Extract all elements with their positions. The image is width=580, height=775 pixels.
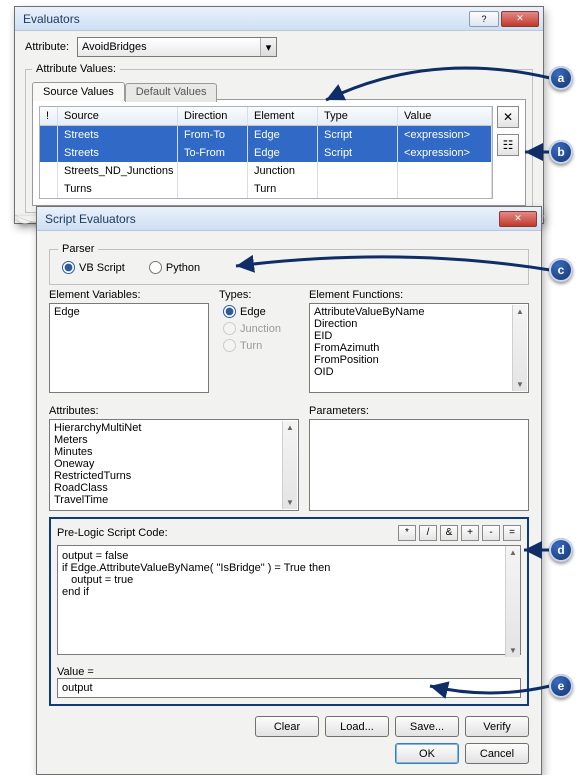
list-item[interactable]: Meters [54, 434, 294, 446]
callout-b: b [549, 140, 573, 164]
parser-vbscript-radio[interactable]: VB Script [62, 261, 125, 274]
attribute-values-group: Attribute Values: Source Values Default … [25, 63, 533, 213]
element-functions-list[interactable]: AttributeValueByName Direction EID FromA… [309, 303, 529, 393]
list-item[interactable]: FromAzimuth [314, 342, 524, 354]
delete-evaluator-button[interactable]: ✕ [497, 106, 519, 128]
callout-e: e [549, 674, 573, 698]
element-variables-label: Element Variables: [49, 289, 209, 301]
callout-a: a [549, 66, 573, 90]
attribute-label: Attribute: [25, 41, 69, 53]
attribute-values-label: Attribute Values: [32, 63, 120, 75]
type-turn-radio: Turn [223, 339, 299, 352]
source-grid: ! Source Direction Element Type Value St… [39, 106, 493, 199]
attributes-label: Attributes: [49, 405, 299, 417]
parser-group: Parser VB Script Python [49, 243, 529, 285]
prelogic-label: Pre-Logic Script Code: [57, 527, 168, 539]
op-plus-button[interactable]: + [461, 525, 479, 541]
type-edge-radio[interactable]: Edge [223, 305, 299, 318]
clear-button[interactable]: Clear [255, 716, 319, 737]
list-item[interactable]: AttributeValueByName [314, 306, 524, 318]
scrollbar[interactable] [505, 546, 520, 657]
op-multiply-button[interactable]: * [398, 525, 416, 541]
script-evaluators-dialog: Script Evaluators ✕ Parser VB Script Pyt… [36, 206, 542, 775]
types-label: Types: [219, 289, 299, 301]
tab-source-values[interactable]: Source Values [32, 82, 125, 101]
script-title: Script Evaluators [45, 212, 497, 226]
col-type[interactable]: Type [318, 107, 398, 125]
list-item[interactable]: RoadClass [54, 482, 294, 494]
callout-c: c [549, 258, 573, 282]
grid-header: ! Source Direction Element Type Value [40, 107, 492, 126]
prelogic-code-input[interactable] [57, 545, 521, 655]
evaluator-properties-button[interactable]: ☷ [497, 134, 519, 156]
table-row[interactable]: Streets_ND_Junctions Junction [40, 162, 492, 180]
script-titlebar: Script Evaluators ✕ [37, 207, 541, 231]
parameters-label: Parameters: [309, 405, 529, 417]
radio-input[interactable] [62, 261, 75, 274]
list-item[interactable]: HierarchyMultiNet [54, 422, 294, 434]
close-button[interactable]: ✕ [499, 211, 537, 227]
parser-label: Parser [58, 243, 98, 255]
attribute-combo[interactable]: AvoidBridges ▾ [77, 37, 277, 57]
evaluators-dialog: Evaluators ? ✕ Attribute: AvoidBridges ▾… [14, 6, 544, 224]
cancel-button[interactable]: Cancel [465, 743, 529, 764]
value-label: Value = [57, 666, 521, 678]
evaluators-body: Attribute: AvoidBridges ▾ Attribute Valu… [15, 31, 543, 223]
list-item[interactable]: FromPosition [314, 354, 524, 366]
col-bang[interactable]: ! [40, 107, 58, 125]
save-button[interactable]: Save... [395, 716, 459, 737]
list-item[interactable]: RestrictedTurns [54, 470, 294, 482]
list-item[interactable]: Edge [54, 306, 204, 318]
attribute-combo-value: AvoidBridges [82, 41, 147, 53]
op-equals-button[interactable]: = [503, 525, 521, 541]
radio-input[interactable] [149, 261, 162, 274]
parameters-list[interactable] [309, 419, 529, 511]
col-source[interactable]: Source [58, 107, 178, 125]
load-button[interactable]: Load... [325, 716, 389, 737]
table-row[interactable]: Turns Turn [40, 180, 492, 198]
tab-panel: ! Source Direction Element Type Value St… [32, 99, 526, 206]
list-item[interactable]: TravelTime [54, 494, 294, 506]
chevron-down-icon: ▾ [260, 38, 276, 56]
col-element[interactable]: Element [248, 107, 318, 125]
help-button[interactable]: ? [469, 11, 499, 27]
callout-d: d [549, 538, 573, 562]
element-functions-label: Element Functions: [309, 289, 529, 301]
list-item[interactable]: Minutes [54, 446, 294, 458]
table-row[interactable]: Streets From-To Edge Script <expression> [40, 126, 492, 144]
list-item[interactable]: Direction [314, 318, 524, 330]
element-variables-list[interactable]: Edge [49, 303, 209, 393]
evaluators-titlebar: Evaluators ? ✕ [15, 7, 543, 31]
close-button[interactable]: ✕ [501, 11, 539, 27]
properties-icon: ☷ [503, 138, 514, 152]
value-input[interactable] [57, 678, 521, 698]
list-item[interactable]: OID [314, 366, 524, 378]
scrollbar[interactable] [512, 305, 527, 391]
list-item[interactable]: EID [314, 330, 524, 342]
op-amp-button[interactable]: & [440, 525, 458, 541]
x-icon: ✕ [503, 110, 513, 124]
op-divide-button[interactable]: / [419, 525, 437, 541]
evaluators-title: Evaluators [23, 12, 467, 26]
op-minus-button[interactable]: - [482, 525, 500, 541]
list-item[interactable]: Oneway [54, 458, 294, 470]
ok-button[interactable]: OK [395, 743, 459, 764]
col-direction[interactable]: Direction [178, 107, 248, 125]
scrollbar[interactable] [282, 421, 297, 509]
col-value[interactable]: Value [398, 107, 492, 125]
attributes-list[interactable]: HierarchyMultiNet Meters Minutes Oneway … [49, 419, 299, 511]
verify-button[interactable]: Verify [465, 716, 529, 737]
table-row[interactable]: Streets To-From Edge Script <expression> [40, 144, 492, 162]
parser-python-radio[interactable]: Python [149, 261, 200, 274]
type-junction-radio: Junction [223, 322, 299, 335]
tab-default-values[interactable]: Default Values [125, 83, 218, 102]
prelogic-block: Pre-Logic Script Code: * / & + - = Value… [49, 517, 529, 706]
